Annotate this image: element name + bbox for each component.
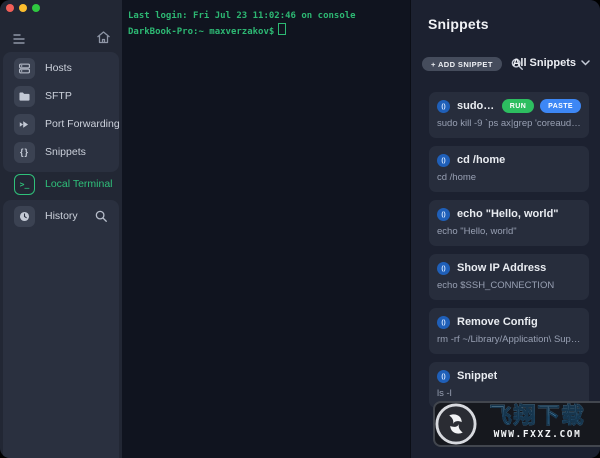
braces-icon: {} bbox=[14, 142, 35, 163]
snippet-card-header: () Show IP Address bbox=[437, 261, 581, 275]
port-forwarding-icon bbox=[14, 114, 35, 135]
fxxz-logo-icon bbox=[435, 403, 477, 445]
snippet-command: echo "Hello, world" bbox=[437, 226, 581, 237]
snippet-command: echo $SSH_CONNECTION bbox=[437, 280, 581, 291]
snippet-title: echo "Hello, world" bbox=[457, 208, 559, 220]
menu-icon[interactable] bbox=[11, 30, 27, 46]
snippet-command: cd /home bbox=[437, 172, 581, 183]
snippet-list: () sudo kill ... RUN PASTE sudo kill -9 `ps … bbox=[429, 92, 589, 408]
snippets-filter-dropdown[interactable]: All Snippets bbox=[512, 57, 590, 69]
snippet-card-header: () cd /home bbox=[437, 153, 581, 167]
sidebar-item-label: Hosts bbox=[45, 62, 72, 74]
snippet-actions: RUN PASTE bbox=[502, 99, 581, 113]
terminal-prompt-line: DarkBook-Pro:~ maxverzakov$ bbox=[128, 23, 410, 39]
snippet-card-header: () sudo kill ... RUN PASTE bbox=[437, 99, 581, 113]
snippet-card[interactable]: () cd /home cd /home bbox=[429, 146, 589, 192]
sidebar-item-port-forwarding[interactable]: Port Forwarding bbox=[3, 110, 119, 138]
sidebar-item-label: Snippets bbox=[45, 146, 86, 158]
snippet-card-header: () echo "Hello, world" bbox=[437, 207, 581, 221]
snippet-icon: () bbox=[437, 262, 450, 275]
snippet-command: sudo kill -9 `ps ax|grep 'coreaudio[a-z.… bbox=[437, 118, 581, 129]
terminal-line: Last login: Fri Jul 23 11:02:46 on conso… bbox=[128, 9, 410, 23]
sidebar-item-hosts[interactable]: Hosts bbox=[3, 54, 119, 82]
snippet-title: sudo kill ... bbox=[457, 100, 495, 112]
zoom-button[interactable] bbox=[32, 4, 40, 12]
sidebar: Hosts SFTP Port Forwarding {} Snippets >_ Loc… bbox=[0, 0, 122, 458]
snippet-title: Remove Config bbox=[457, 316, 538, 328]
sidebar-item-local-terminal[interactable]: >_ Local Terminal bbox=[3, 170, 119, 198]
snippet-icon: () bbox=[437, 100, 450, 113]
terminal-pane[interactable]: Last login: Fri Jul 23 11:02:46 on conso… bbox=[122, 0, 410, 458]
search-icon[interactable] bbox=[94, 209, 108, 223]
app-window: Hosts SFTP Port Forwarding {} Snippets >_ Loc… bbox=[0, 0, 600, 458]
sidebar-item-sftp[interactable]: SFTP bbox=[3, 82, 119, 110]
snippet-title: Show IP Address bbox=[457, 262, 546, 274]
watermark-url: WWW.FXXZ.COM bbox=[477, 429, 598, 441]
snippet-title: cd /home bbox=[457, 154, 505, 166]
minimize-button[interactable] bbox=[19, 4, 27, 12]
snippet-icon: () bbox=[437, 208, 450, 221]
close-button[interactable] bbox=[6, 4, 14, 12]
paste-button[interactable]: PASTE bbox=[540, 99, 581, 113]
snippets-panel: Snippets + ADD SNIPPET All Snippets () su… bbox=[410, 0, 600, 458]
snippet-card-header: () Remove Config bbox=[437, 315, 581, 329]
sidebar-item-snippets[interactable]: {} Snippets bbox=[3, 138, 119, 166]
sidebar-item-history[interactable]: History bbox=[3, 202, 119, 230]
snippet-card[interactable]: () echo "Hello, world" echo "Hello, world" bbox=[429, 200, 589, 246]
snippet-icon: () bbox=[437, 154, 450, 167]
sidebar-group-main: Hosts SFTP Port Forwarding {} Snippets bbox=[3, 52, 119, 172]
snippet-icon: () bbox=[437, 316, 450, 329]
terminal-cursor bbox=[278, 23, 286, 35]
snippet-command: rm -rf ~/Library/Application\ Suppor... bbox=[437, 334, 581, 345]
folder-icon bbox=[14, 86, 35, 107]
panel-title: Snippets bbox=[428, 16, 489, 32]
snippet-card-header: () Snippet bbox=[437, 369, 581, 383]
watermark: 飞翔下载 WWW.FXXZ.COM bbox=[433, 401, 600, 447]
snippet-command: ls -l bbox=[437, 388, 581, 399]
snippet-icon: () bbox=[437, 370, 450, 383]
terminal-icon: >_ bbox=[14, 174, 35, 195]
sidebar-item-label: Local Terminal bbox=[45, 178, 113, 190]
watermark-text: 飞翔下载 WWW.FXXZ.COM bbox=[477, 403, 598, 441]
history-icon bbox=[14, 206, 35, 227]
snippet-card[interactable]: () Show IP Address echo $SSH_CONNECTION bbox=[429, 254, 589, 300]
snippets-toolbar: + ADD SNIPPET All Snippets bbox=[422, 57, 592, 73]
sidebar-item-label: Port Forwarding bbox=[45, 118, 120, 130]
sidebar-item-label: History bbox=[45, 210, 78, 222]
snippet-card[interactable]: () sudo kill ... RUN PASTE sudo kill -9 `ps … bbox=[429, 92, 589, 138]
add-snippet-button[interactable]: + ADD SNIPPET bbox=[422, 57, 502, 71]
terminal-prompt: DarkBook-Pro:~ maxverzakov$ bbox=[128, 27, 274, 37]
sidebar-group-history: History bbox=[3, 200, 119, 458]
home-icon[interactable] bbox=[95, 29, 112, 46]
hosts-icon bbox=[14, 58, 35, 79]
run-button[interactable]: RUN bbox=[502, 99, 534, 113]
snippet-title: Snippet bbox=[457, 370, 497, 382]
sidebar-item-label: SFTP bbox=[45, 90, 72, 102]
sidebar-header bbox=[0, 29, 122, 47]
chevron-down-icon bbox=[581, 60, 590, 66]
sidebar-selected-region: >_ Local Terminal bbox=[3, 170, 119, 198]
filter-label: All Snippets bbox=[512, 57, 576, 69]
window-controls bbox=[6, 4, 40, 12]
watermark-title: 飞翔下载 bbox=[477, 403, 598, 429]
snippet-card[interactable]: () Remove Config rm -rf ~/Library/Applicat… bbox=[429, 308, 589, 354]
